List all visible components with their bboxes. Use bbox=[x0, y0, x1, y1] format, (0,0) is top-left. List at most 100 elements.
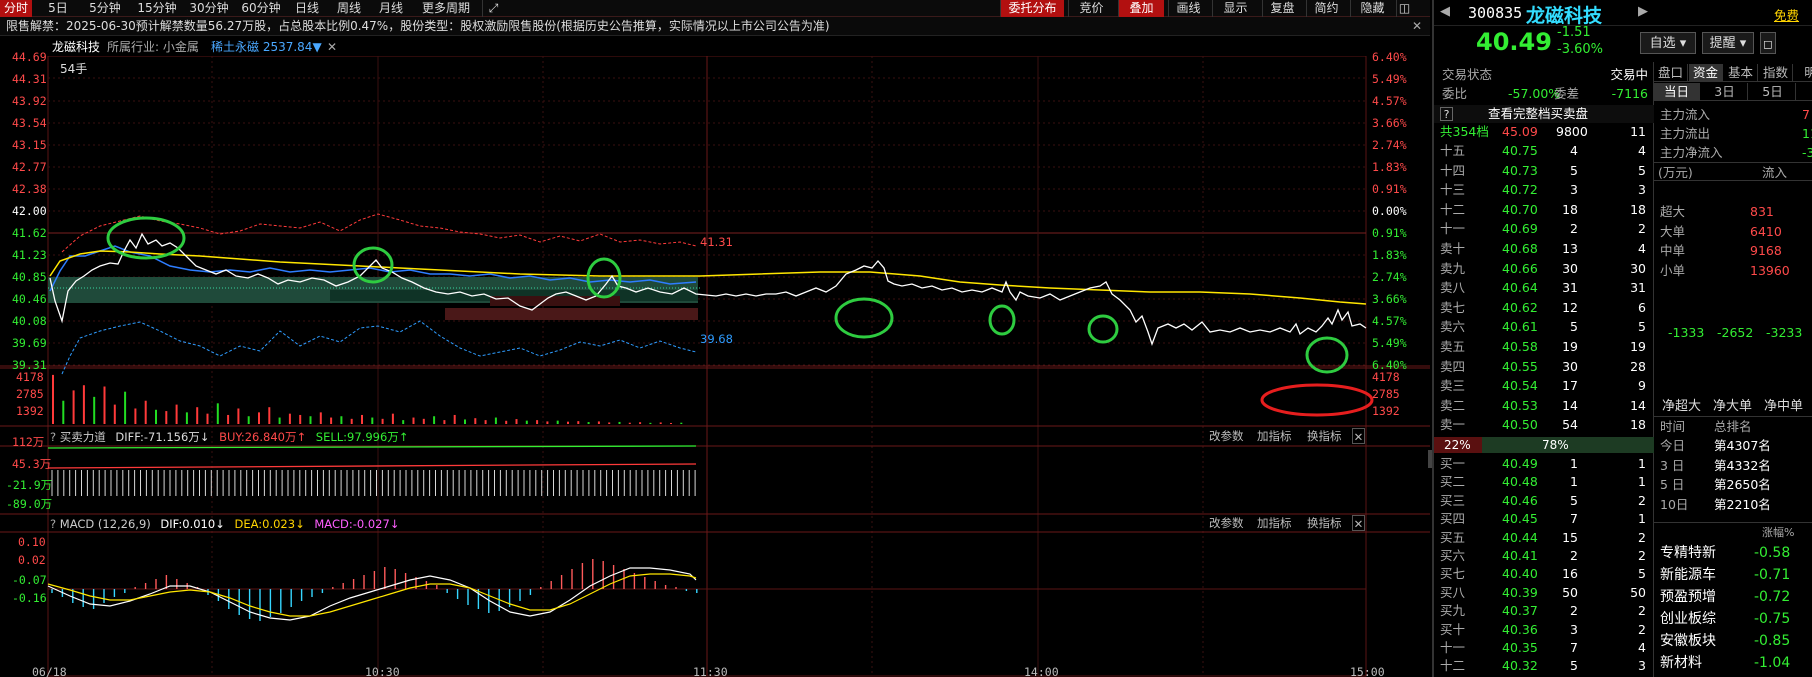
sector-row[interactable]: 专精特新 -0.58 bbox=[1654, 542, 1812, 564]
macd-histogram bbox=[51, 559, 698, 621]
fund-tab[interactable]: 指数 bbox=[1759, 64, 1793, 82]
sell-level-row[interactable]: 十一 40.69 2 2 bbox=[1434, 220, 1654, 238]
power-diff-value: DIFF:-71.156万↓ bbox=[115, 430, 210, 444]
restore-icon[interactable]: ◫ bbox=[1396, 0, 1412, 17]
tab-5day[interactable]: 5日 bbox=[40, 0, 76, 17]
order-distribution-button[interactable]: 委托分布 bbox=[1000, 0, 1064, 17]
replay-button[interactable]: 复盘 bbox=[1262, 0, 1302, 17]
fund-tab[interactable]: 资金 bbox=[1689, 64, 1723, 82]
level-count: 3 bbox=[1638, 182, 1646, 198]
buy-level-row[interactable]: 十一 40.35 7 4 bbox=[1434, 639, 1654, 657]
sell-level-row[interactable]: 十五 40.75 4 4 bbox=[1434, 142, 1654, 160]
overlay-close-icon[interactable]: ✕ bbox=[327, 38, 337, 56]
sell-level-row[interactable]: 十三 40.72 3 3 bbox=[1434, 181, 1654, 199]
sector-header: 涨幅% bbox=[1654, 522, 1812, 542]
tab-weekly[interactable]: 周线 bbox=[330, 0, 368, 17]
help-icon[interactable]: ? bbox=[50, 517, 56, 531]
pct-axis-label: 1.83% bbox=[1372, 248, 1407, 262]
sector-row[interactable]: 预盈预增 -0.72 bbox=[1654, 586, 1812, 608]
draw-line-button[interactable]: 画线 bbox=[1168, 0, 1208, 17]
sector-row[interactable]: 安徽板块 -0.85 bbox=[1654, 630, 1812, 652]
buy-level-row[interactable]: 买四 40.45 7 1 bbox=[1434, 510, 1654, 528]
sell-level-row[interactable]: 卖十 40.68 13 4 bbox=[1434, 240, 1654, 258]
level-price: 40.54 bbox=[1502, 378, 1538, 394]
extra-icon[interactable]: ◻ bbox=[1760, 32, 1776, 54]
macd-edit-params-button[interactable]: 改参数 bbox=[1209, 515, 1244, 531]
free-link[interactable]: 免费 bbox=[1774, 5, 1799, 24]
full-book-link[interactable]: 查看完整档买卖盘 bbox=[1488, 105, 1588, 123]
power-switch-indicator-button[interactable]: 换指标 bbox=[1307, 428, 1342, 444]
power-add-indicator-button[interactable]: 加指标 bbox=[1257, 428, 1292, 444]
buy-level-row[interactable]: 买五 40.44 15 2 bbox=[1434, 529, 1654, 547]
sell-level-row[interactable]: 卖四 40.55 30 28 bbox=[1434, 358, 1654, 376]
tab-monthly[interactable]: 月线 bbox=[372, 0, 410, 17]
auction-button[interactable]: 竞价 bbox=[1068, 0, 1114, 17]
hide-button[interactable]: 隐藏 bbox=[1350, 0, 1394, 17]
tab-more-periods[interactable]: 更多周期 bbox=[414, 0, 478, 17]
outflow-label: 主力流出 bbox=[1660, 126, 1711, 141]
volume-bar bbox=[278, 417, 281, 424]
next-stock-icon[interactable]: ▶ bbox=[1638, 4, 1648, 19]
macd-panel-name[interactable]: MACD (12,26,9) bbox=[60, 517, 151, 531]
sector-row[interactable]: 新能源车 -0.71 bbox=[1654, 564, 1812, 586]
sell-level-row[interactable]: 卖二 40.53 14 14 bbox=[1434, 397, 1654, 415]
fund-tab[interactable]: 明 bbox=[1794, 64, 1812, 82]
simple-mode-button[interactable]: 简约 bbox=[1306, 0, 1346, 17]
close-icon[interactable]: ✕ bbox=[1412, 17, 1422, 36]
fund-tab[interactable]: 盘口 bbox=[1654, 64, 1688, 82]
full-book-row[interactable]: ? 查看完整档买卖盘 bbox=[1434, 105, 1654, 123]
sell-level-row[interactable]: 卖八 40.64 31 31 bbox=[1434, 279, 1654, 297]
period-tab[interactable]: 5日 bbox=[1750, 83, 1796, 101]
help-icon[interactable]: ? bbox=[1440, 107, 1453, 121]
volume-bar bbox=[422, 418, 425, 424]
power-close-icon[interactable]: ✕ bbox=[1352, 428, 1365, 444]
overlay-button[interactable]: 叠加 bbox=[1118, 0, 1164, 17]
buy-level-row[interactable]: 买二 40.48 1 1 bbox=[1434, 473, 1654, 491]
sell-level-row[interactable]: 卖九 40.66 30 30 bbox=[1434, 260, 1654, 278]
level-volume: 3 bbox=[1570, 182, 1578, 198]
volume-bar bbox=[546, 421, 549, 424]
tab-5min[interactable]: 5分钟 bbox=[80, 0, 130, 17]
macd-close-icon[interactable]: ✕ bbox=[1352, 515, 1365, 531]
macd-add-indicator-button[interactable]: 加指标 bbox=[1257, 515, 1292, 531]
tab-15min[interactable]: 15分钟 bbox=[132, 0, 182, 17]
tab-30min[interactable]: 30分钟 bbox=[184, 0, 234, 17]
overlay-index[interactable]: 稀土永磁 2537.84▼ bbox=[211, 38, 322, 56]
buy-level-row[interactable]: 买三 40.46 5 2 bbox=[1434, 492, 1654, 510]
tab-daily[interactable]: 日线 bbox=[288, 0, 326, 17]
tab-60min[interactable]: 60分钟 bbox=[236, 0, 286, 17]
stock-name: 龙磁科技 bbox=[52, 40, 101, 54]
sell-level-row[interactable]: 卖七 40.62 12 6 bbox=[1434, 299, 1654, 317]
alert-button[interactable]: 提醒 ▾ bbox=[1702, 32, 1754, 54]
power-edit-params-button[interactable]: 改参数 bbox=[1209, 428, 1244, 444]
intraday-chart[interactable]: 54手 41.31 39.68 4178 2785 1392 4178 2785… bbox=[0, 50, 1430, 677]
period-tab[interactable]: 3日 bbox=[1702, 83, 1748, 101]
display-button[interactable]: 显示 bbox=[1212, 0, 1258, 17]
power-panel-name[interactable]: 买卖力道 bbox=[60, 430, 106, 444]
period-tab[interactable]: 当日 bbox=[1654, 83, 1700, 101]
buy-level-row[interactable]: 十二 40.32 5 3 bbox=[1434, 657, 1654, 675]
fund-tab[interactable]: 基本 bbox=[1724, 64, 1758, 82]
sector-row[interactable]: 创业板综 -0.75 bbox=[1654, 608, 1812, 630]
prev-stock-icon[interactable]: ◀ bbox=[1440, 4, 1450, 19]
sell-level-row[interactable]: 十二 40.70 18 18 bbox=[1434, 201, 1654, 219]
volume-bar bbox=[319, 412, 322, 424]
buy-level-row[interactable]: 买七 40.40 16 5 bbox=[1434, 565, 1654, 583]
sell-level-row[interactable]: 卖五 40.58 19 19 bbox=[1434, 338, 1654, 356]
macd-switch-indicator-button[interactable]: 换指标 bbox=[1307, 515, 1342, 531]
expand-icon[interactable]: ⤢ bbox=[482, 0, 504, 17]
price-axis-label: 41.62 bbox=[12, 226, 47, 240]
sell-level-row[interactable]: 十四 40.73 5 5 bbox=[1434, 162, 1654, 180]
help-icon[interactable]: ? bbox=[50, 430, 56, 444]
tab-intraday[interactable]: 分时 bbox=[0, 0, 32, 17]
sector-row[interactable]: 新材料 -1.04 bbox=[1654, 652, 1812, 674]
sell-level-row[interactable]: 卖六 40.61 5 5 bbox=[1434, 318, 1654, 336]
sell-level-row[interactable]: 卖三 40.54 17 9 bbox=[1434, 377, 1654, 395]
buy-level-row[interactable]: 买六 40.41 2 2 bbox=[1434, 547, 1654, 565]
sell-level-row[interactable]: 卖一 40.50 54 18 bbox=[1434, 416, 1654, 434]
buy-level-row[interactable]: 买十 40.36 3 2 bbox=[1434, 621, 1654, 639]
buy-level-row[interactable]: 买九 40.37 2 2 bbox=[1434, 602, 1654, 620]
watchlist-button[interactable]: 自选 ▾ bbox=[1640, 32, 1696, 54]
buy-level-row[interactable]: 买八 40.39 50 50 bbox=[1434, 584, 1654, 602]
buy-level-row[interactable]: 买一 40.49 1 1 bbox=[1434, 455, 1654, 473]
